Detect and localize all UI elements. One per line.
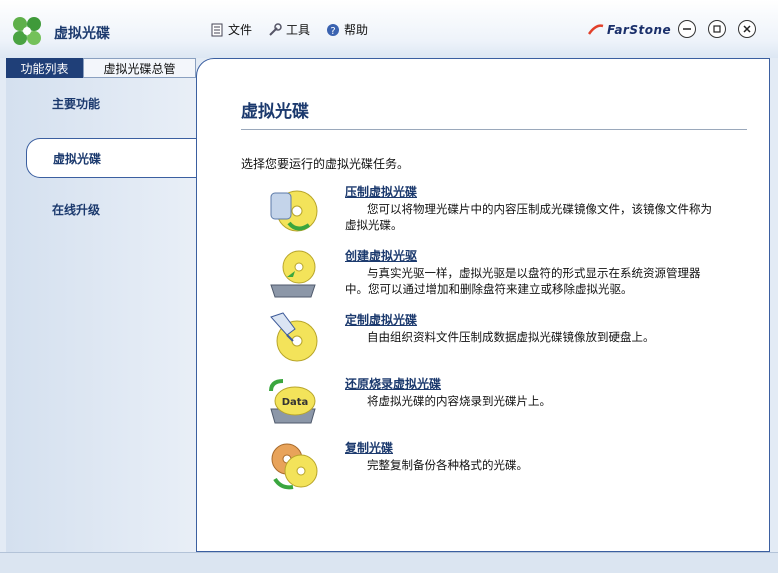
copy-disc-icon[interactable] <box>267 439 321 493</box>
task-description: 将虚拟光碟的内容烧录到光碟片上。 <box>367 394 551 408</box>
task-restore-burn-vcd: Data 还原烧录虚拟光碟 将虚拟光碟的内容烧录到光碟片上。 <box>267 375 737 437</box>
tab-function-list[interactable]: 功能列表 <box>6 58 83 78</box>
tab-bar: 功能列表 虚拟光碟总管 <box>6 58 196 78</box>
task-title[interactable]: 创建虚拟光驱 <box>345 247 417 264</box>
task-copy-disc: 复制光碟 完整复制备份各种格式的光碟。 <box>267 439 737 501</box>
create-drive-icon[interactable] <box>267 247 321 301</box>
main-panel: 虚拟光碟 选择您要运行的虚拟光碟任务。 压制虚拟光碟 您可以将物理光碟片中的内容… <box>196 58 770 552</box>
file-icon <box>211 23 223 36</box>
task-title[interactable]: 压制虚拟光碟 <box>345 183 417 200</box>
menu-file-label: 文件 <box>228 23 253 37</box>
task-create-vdrive: 创建虚拟光驱 与真实光驱一样，虚拟光驱是以盘符的形式显示在系统资源管理器中。您可… <box>267 247 737 309</box>
task-description: 完整复制备份各种格式的光碟。 <box>367 458 528 472</box>
brand-logo: FarStone <box>588 23 671 37</box>
minimize-icon <box>683 28 691 30</box>
title-divider <box>241 129 747 130</box>
compress-disc-icon[interactable] <box>267 183 321 237</box>
page-title: 虚拟光碟 <box>241 102 309 122</box>
app-logo-icon <box>13 17 41 45</box>
task-custom-vcd: 定制虚拟光碟 自由组织资料文件压制成数据虚拟光碟镜像放到硬盘上。 <box>267 311 737 373</box>
minimize-button[interactable] <box>678 20 696 38</box>
sidebar-item-main-functions[interactable]: 主要功能 <box>26 84 200 124</box>
sidebar: 主要功能 虚拟光碟 在线升级 <box>6 78 200 552</box>
menu-help[interactable]: ? 帮助 <box>326 21 368 38</box>
data-label: Data <box>282 397 309 408</box>
tools-icon <box>269 22 282 36</box>
sidebar-item-virtual-disc[interactable]: 虚拟光碟 <box>26 138 200 178</box>
help-icon: ? <box>327 23 340 37</box>
tab-vcd-manager[interactable]: 虚拟光碟总管 <box>83 58 196 78</box>
menu-help-label: 帮助 <box>344 23 369 37</box>
task-compress-vcd: 压制虚拟光碟 您可以将物理光碟片中的内容压制成光碟镜像文件，该镜像文件称为虚拟光… <box>267 183 737 245</box>
task-title[interactable]: 还原烧录虚拟光碟 <box>345 375 441 392</box>
maximize-button[interactable] <box>708 20 726 38</box>
intro-text: 选择您要运行的虚拟光碟任务。 <box>241 157 410 171</box>
status-bar <box>0 552 778 573</box>
svg-text:?: ? <box>330 26 335 37</box>
menu-file[interactable]: 文件 <box>210 21 252 38</box>
task-description: 您可以将物理光碟片中的内容压制成光碟镜像文件，该镜像文件称为虚拟光碟。 <box>345 202 712 232</box>
menu-bar: 文件 工具 ? 帮助 <box>210 21 368 38</box>
burn-data-disc-icon[interactable]: Data <box>267 375 321 429</box>
farstone-swoosh-icon <box>588 24 604 35</box>
task-description: 自由组织资料文件压制成数据虚拟光碟镜像放到硬盘上。 <box>367 330 655 344</box>
custom-disc-icon[interactable] <box>267 311 321 365</box>
task-title[interactable]: 复制光碟 <box>345 439 393 456</box>
app-title: 虚拟光碟 <box>54 26 110 42</box>
sidebar-item-online-update[interactable]: 在线升级 <box>26 190 200 230</box>
task-title[interactable]: 定制虚拟光碟 <box>345 311 417 328</box>
task-description: 与真实光驱一样，虚拟光驱是以盘符的形式显示在系统资源管理器中。您可以通过增加和删… <box>345 266 701 296</box>
brand-name: FarStone <box>607 23 672 37</box>
close-button[interactable] <box>738 20 756 38</box>
maximize-icon <box>713 25 721 33</box>
close-icon <box>743 25 751 33</box>
title-bar: 虚拟光碟 文件 工具 ? 帮助 FarStone <box>0 0 778 58</box>
menu-tools[interactable]: 工具 <box>268 21 310 38</box>
menu-tools-label: 工具 <box>286 23 311 37</box>
